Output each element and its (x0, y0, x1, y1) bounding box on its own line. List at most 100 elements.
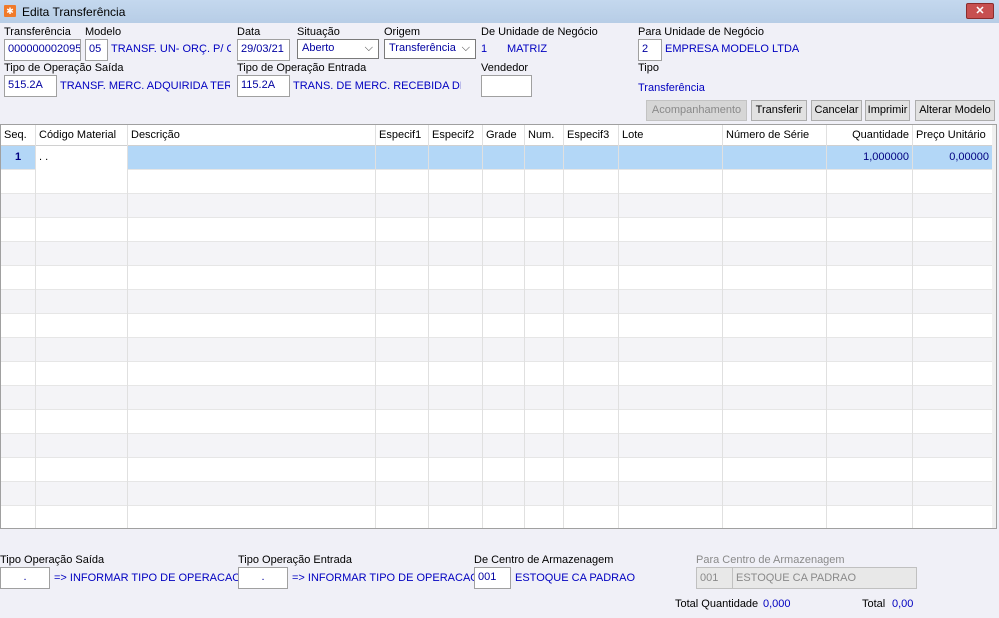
grid-cell[interactable] (376, 218, 429, 242)
grid-scrollbar[interactable] (992, 125, 996, 528)
grid-cell[interactable] (827, 434, 913, 458)
tipo-entrada-field[interactable]: 115.2A (237, 75, 290, 97)
grid-cell[interactable] (913, 194, 993, 218)
grid-cell[interactable] (36, 170, 128, 194)
grid-cell[interactable] (564, 290, 619, 314)
grid-cell[interactable] (36, 410, 128, 434)
para-unidade-field[interactable]: 2 (638, 39, 662, 61)
grid-cell[interactable] (619, 434, 723, 458)
de-centro-field[interactable]: 001 (474, 567, 511, 589)
grid-cell[interactable] (913, 218, 993, 242)
table-row[interactable] (1, 170, 993, 194)
tipo-saida-field[interactable]: 515.2A (4, 75, 57, 97)
grid-cell[interactable] (827, 458, 913, 482)
col-grade[interactable]: Grade (483, 125, 525, 146)
grid-cell[interactable] (1, 434, 36, 458)
table-row[interactable] (1, 434, 993, 458)
grid-cell[interactable] (128, 314, 376, 338)
grid-cell[interactable] (36, 362, 128, 386)
grid-cell[interactable] (619, 266, 723, 290)
grid-cell[interactable] (36, 242, 128, 266)
origem-select[interactable]: Transferência ⌵ (384, 39, 476, 59)
grid-cell[interactable] (564, 458, 619, 482)
table-row[interactable] (1, 266, 993, 290)
grid-cell[interactable] (1, 290, 36, 314)
vendedor-field[interactable] (481, 75, 532, 97)
grid-cell[interactable] (525, 482, 564, 506)
grid-cell[interactable] (128, 362, 376, 386)
grid-cell[interactable] (429, 458, 483, 482)
table-row[interactable] (1, 458, 993, 482)
grid-cell[interactable] (1, 410, 36, 434)
grid-cell[interactable] (128, 506, 376, 528)
grid-cell[interactable] (723, 410, 827, 434)
grid-cell[interactable] (376, 338, 429, 362)
grid-cell[interactable] (827, 266, 913, 290)
grid-cell[interactable] (619, 410, 723, 434)
grid-cell[interactable] (723, 434, 827, 458)
grid-cell[interactable] (827, 338, 913, 362)
grid-cell[interactable] (483, 218, 525, 242)
grid-cell[interactable] (429, 290, 483, 314)
grid-cell[interactable] (913, 506, 993, 528)
grid-cell[interactable] (483, 338, 525, 362)
grid-cell[interactable] (128, 242, 376, 266)
grid-cell[interactable] (376, 290, 429, 314)
col-num[interactable]: Num. (525, 125, 564, 146)
grid-cell[interactable] (429, 362, 483, 386)
grid-cell[interactable] (827, 386, 913, 410)
grid-cell[interactable] (723, 266, 827, 290)
grid-cell[interactable] (525, 362, 564, 386)
grid-cell[interactable] (1, 386, 36, 410)
table-row[interactable] (1, 338, 993, 362)
situacao-select[interactable]: Aberto ⌵ (297, 39, 379, 59)
imprimir-button[interactable]: Imprimir (865, 100, 910, 121)
grid-cell[interactable] (36, 218, 128, 242)
grid-cell[interactable] (128, 386, 376, 410)
col-codigo[interactable]: Código Material (36, 125, 128, 146)
grid-cell[interactable] (376, 482, 429, 506)
grid-cell[interactable] (128, 266, 376, 290)
grid-cell[interactable] (525, 410, 564, 434)
grid-cell[interactable] (376, 410, 429, 434)
grid-cell[interactable] (827, 482, 913, 506)
transferir-button[interactable]: Transferir (751, 100, 807, 121)
grid-cell[interactable] (429, 410, 483, 434)
col-especif3[interactable]: Especif3 (564, 125, 619, 146)
data-field[interactable]: 29/03/21 (237, 39, 290, 61)
grid-cell[interactable] (483, 482, 525, 506)
grid-cell[interactable] (36, 290, 128, 314)
grid-cell[interactable] (429, 314, 483, 338)
grid-cell[interactable] (827, 170, 913, 194)
grid-cell[interactable] (483, 266, 525, 290)
footer-tipo-entrada-field[interactable]: . (238, 567, 288, 589)
grid-cell[interactable] (376, 266, 429, 290)
grid-cell[interactable] (1, 506, 36, 528)
grid-cell[interactable] (36, 266, 128, 290)
grid-cell[interactable] (619, 218, 723, 242)
modelo-field[interactable]: 05 (85, 39, 108, 61)
col-quantidade[interactable]: Quantidade (827, 125, 913, 146)
grid-cell[interactable] (483, 362, 525, 386)
grid-cell[interactable] (619, 506, 723, 528)
table-row[interactable] (1, 242, 993, 266)
grid-cell[interactable] (827, 314, 913, 338)
table-row[interactable] (1, 386, 993, 410)
grid-cell[interactable] (483, 242, 525, 266)
grid-cell[interactable] (1, 314, 36, 338)
grid-cell[interactable] (429, 386, 483, 410)
grid-cell[interactable] (128, 410, 376, 434)
grid-cell[interactable] (827, 410, 913, 434)
col-preco-unitario[interactable]: Preço Unitário (913, 125, 993, 146)
grid-cell[interactable] (128, 170, 376, 194)
grid-cell[interactable] (376, 170, 429, 194)
grid-cell[interactable] (827, 362, 913, 386)
grid-cell[interactable] (483, 290, 525, 314)
grid-cell[interactable] (1, 458, 36, 482)
grid-cell[interactable] (564, 482, 619, 506)
grid-cell[interactable] (1, 266, 36, 290)
grid-cell[interactable] (619, 242, 723, 266)
grid-cell[interactable] (564, 506, 619, 528)
grid-cell[interactable] (1, 482, 36, 506)
grid-cell[interactable] (723, 482, 827, 506)
